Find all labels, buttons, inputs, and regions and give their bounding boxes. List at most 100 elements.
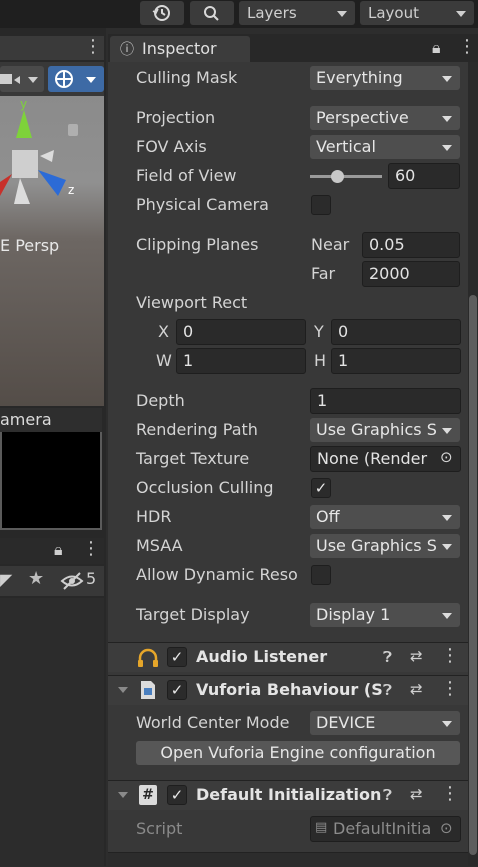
more-options-icon[interactable]: ⋮: [458, 36, 476, 57]
hierarchy-list[interactable]: [0, 598, 104, 866]
preset-icon[interactable]: ⇄: [410, 785, 423, 803]
viewport-y-input[interactable]: 0: [331, 319, 461, 345]
fov-axis-dropdown[interactable]: Vertical: [310, 135, 460, 159]
viewport-h-label: H: [314, 351, 327, 370]
tag-icon[interactable]: ◤: [0, 570, 12, 589]
foldout-arrow-icon[interactable]: [118, 687, 128, 693]
field-of-view-input[interactable]: 60: [388, 163, 460, 189]
target-display-label: Target Display: [136, 605, 250, 624]
vuforia-enabled-checkbox[interactable]: ✓: [167, 680, 187, 700]
hdr-label: HDR: [136, 507, 172, 526]
hierarchy-toolbar: ◤ ★ 5: [0, 566, 104, 596]
scene-tab-bar: ⋮: [0, 36, 104, 60]
world-center-mode-label: World Center Mode: [136, 713, 290, 732]
history-button[interactable]: [140, 1, 184, 25]
history-icon: [152, 5, 170, 21]
viewport-rect-label: Viewport Rect: [136, 293, 248, 312]
culling-mask-value: Everything: [316, 68, 403, 87]
target-texture-field[interactable]: None (Render: [310, 446, 461, 472]
help-icon[interactable]: ❓︎: [383, 786, 392, 804]
object-picker-icon[interactable]: ⊙: [440, 448, 453, 466]
script-label: Script: [136, 819, 183, 838]
headphones-icon: [138, 648, 158, 667]
viewport-x-label: X: [158, 322, 169, 341]
audio-listener-title: Audio Listener: [196, 647, 328, 666]
slider-knob[interactable]: [331, 170, 344, 183]
depth-input[interactable]: 1: [310, 388, 461, 414]
info-icon: ⓘ: [120, 42, 134, 58]
projection-value: Perspective: [316, 108, 409, 127]
world-center-mode-dropdown[interactable]: DEVICE: [310, 711, 460, 735]
inspector-footer: [108, 852, 468, 867]
field-of-view-value: 60: [395, 166, 416, 185]
viewport-h-input[interactable]: 1: [331, 348, 461, 374]
hidden-eye-icon[interactable]: [60, 572, 84, 590]
gizmo-toggle-button[interactable]: [48, 66, 104, 92]
script-field: DefaultInitia: [310, 816, 461, 842]
msaa-label: MSAA: [136, 536, 183, 555]
chevron-down-icon: [442, 76, 452, 82]
hdr-dropdown[interactable]: Off: [310, 505, 460, 529]
audio-listener-enabled-checkbox[interactable]: ✓: [167, 647, 187, 667]
viewport-y-value: 0: [338, 322, 349, 341]
target-texture-label: Target Texture: [136, 449, 250, 468]
globe-icon: [55, 70, 96, 88]
scene-toolbar: [0, 62, 104, 96]
clipping-planes-label: Clipping Planes: [136, 235, 259, 254]
preset-icon[interactable]: ⇄: [410, 647, 423, 665]
viewport-w-label: W: [156, 351, 172, 370]
preset-icon[interactable]: ⇄: [410, 680, 423, 698]
help-icon[interactable]: ❓︎: [383, 681, 392, 699]
camera-preview-titlebar: amera: [0, 408, 102, 432]
near-input[interactable]: 0.05: [362, 232, 460, 258]
lock-icon[interactable]: 🔒︎: [432, 38, 441, 58]
star-icon[interactable]: ★: [28, 568, 44, 589]
chevron-down-icon: [456, 11, 466, 17]
more-options-icon[interactable]: ⋮: [84, 36, 102, 57]
scene-view[interactable]: y z E Persp: [0, 96, 104, 406]
more-options-icon[interactable]: ⋮: [441, 783, 459, 804]
help-icon[interactable]: ❓︎: [383, 648, 392, 666]
layers-dropdown[interactable]: Layers: [239, 1, 355, 25]
rendering-path-value: Use Graphics S: [316, 420, 437, 439]
object-picker-icon: ⊙: [440, 819, 453, 837]
scrollbar-thumb[interactable]: [469, 295, 477, 855]
camera-mode-button[interactable]: [0, 66, 44, 92]
fov-axis-label: FOV Axis: [136, 137, 207, 156]
foldout-arrow-icon[interactable]: [118, 792, 128, 798]
inspector-tab[interactable]: ⓘ Inspector: [110, 36, 250, 62]
chevron-down-icon: [442, 515, 452, 521]
field-of-view-slider[interactable]: [310, 164, 384, 188]
physical-camera-checkbox[interactable]: [311, 195, 331, 215]
allow-dynamic-resolution-checkbox[interactable]: [311, 565, 331, 585]
script-file-icon: ▤: [315, 820, 328, 835]
search-icon: [204, 6, 219, 21]
far-input[interactable]: 2000: [362, 261, 460, 287]
chevron-down-icon: [442, 721, 452, 727]
check-icon: ✓: [314, 479, 328, 497]
projection-field-label: Projection: [136, 108, 216, 127]
more-options-icon[interactable]: ⋮: [441, 645, 459, 666]
occlusion-culling-checkbox[interactable]: ✓: [311, 478, 331, 498]
hdr-value: Off: [316, 507, 340, 526]
open-vuforia-config-button[interactable]: Open Vuforia Engine configuration: [136, 741, 460, 765]
more-options-icon[interactable]: ⋮: [82, 538, 100, 559]
far-value: 2000: [369, 264, 410, 283]
msaa-dropdown[interactable]: Use Graphics S: [310, 534, 460, 558]
viewport-w-input[interactable]: 1: [176, 348, 306, 374]
search-button[interactable]: [190, 1, 234, 25]
viewport-h-value: 1: [338, 351, 349, 370]
far-label: Far: [311, 264, 336, 283]
viewport-x-input[interactable]: 0: [176, 319, 306, 345]
lock-icon[interactable]: 🔒︎: [54, 540, 63, 560]
projection-dropdown[interactable]: Perspective: [310, 106, 460, 130]
more-options-icon[interactable]: ⋮: [441, 678, 459, 699]
inspector-tab-label: Inspector: [142, 39, 217, 58]
target-display-dropdown[interactable]: Display 1: [310, 603, 460, 627]
layout-dropdown[interactable]: Layout: [360, 1, 474, 25]
viewport-x-value: 0: [183, 322, 194, 341]
culling-mask-dropdown[interactable]: Everything: [310, 66, 460, 90]
rendering-path-dropdown[interactable]: Use Graphics S: [310, 418, 460, 442]
default-initialization-enabled-checkbox[interactable]: ✓: [167, 785, 187, 805]
physical-camera-label: Physical Camera: [136, 195, 269, 214]
